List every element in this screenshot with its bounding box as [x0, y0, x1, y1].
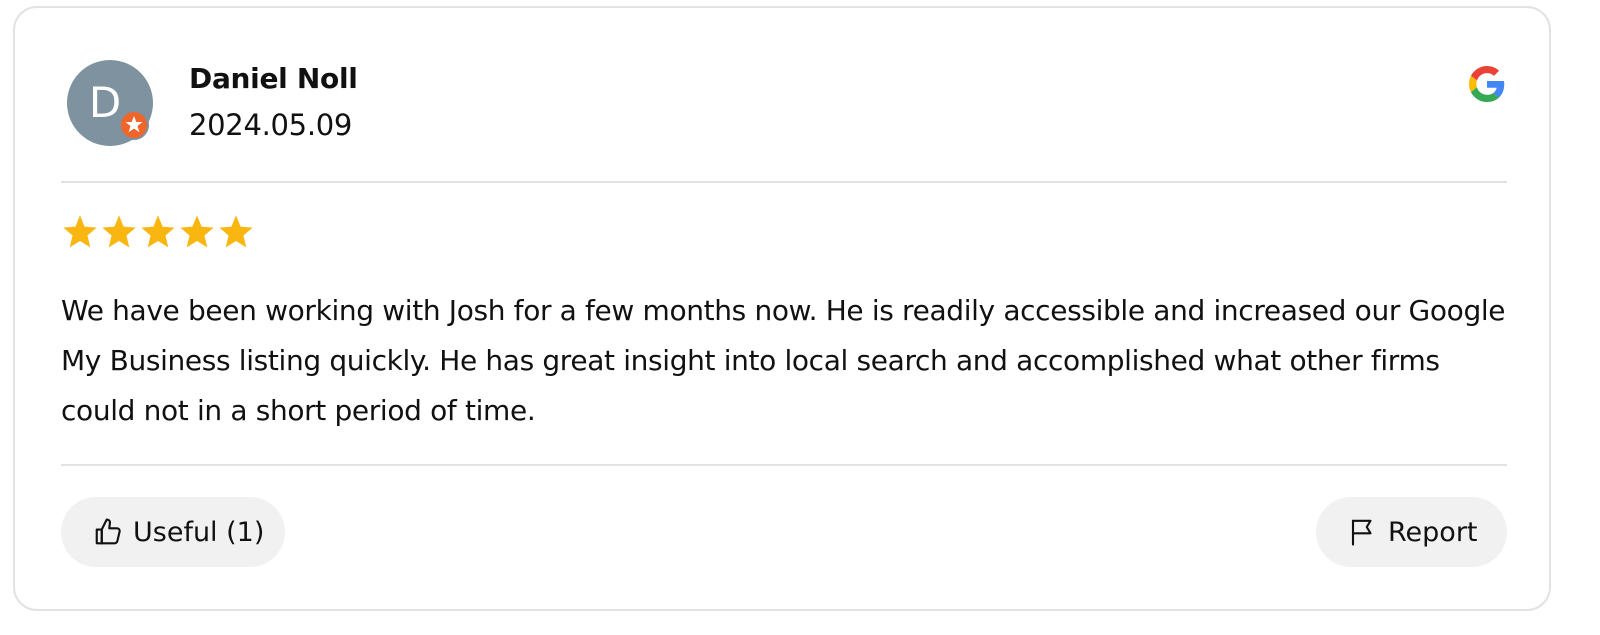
review-date: 2024.05.09 [189, 108, 353, 142]
useful-button[interactable]: Useful (1) [61, 497, 285, 567]
review-header: D Daniel Noll 2024.05.09 [15, 8, 1549, 184]
header-divider [61, 181, 1507, 183]
review-text: We have been working with Josh for a few… [61, 294, 1506, 427]
review-card: D Daniel Noll 2024.05.09 We have been wo [13, 6, 1551, 611]
avatar: D [67, 60, 153, 146]
star-rating [61, 213, 256, 253]
thumbs-up-icon [93, 517, 123, 547]
report-button[interactable]: Report [1316, 497, 1507, 567]
star-icon [141, 215, 175, 248]
reviewer-name: Daniel Noll [189, 62, 358, 95]
google-icon [1469, 66, 1505, 102]
avatar-initial: D [88, 78, 122, 127]
star-icon [63, 215, 97, 248]
report-button-label: Report [1388, 516, 1478, 548]
star-icon [219, 215, 253, 248]
star-icon [102, 215, 136, 248]
footer-divider [61, 464, 1507, 466]
useful-button-label: Useful (1) [133, 516, 265, 548]
star-icon [180, 215, 214, 248]
flag-icon [1348, 517, 1378, 547]
local-guide-badge-icon [119, 110, 149, 140]
